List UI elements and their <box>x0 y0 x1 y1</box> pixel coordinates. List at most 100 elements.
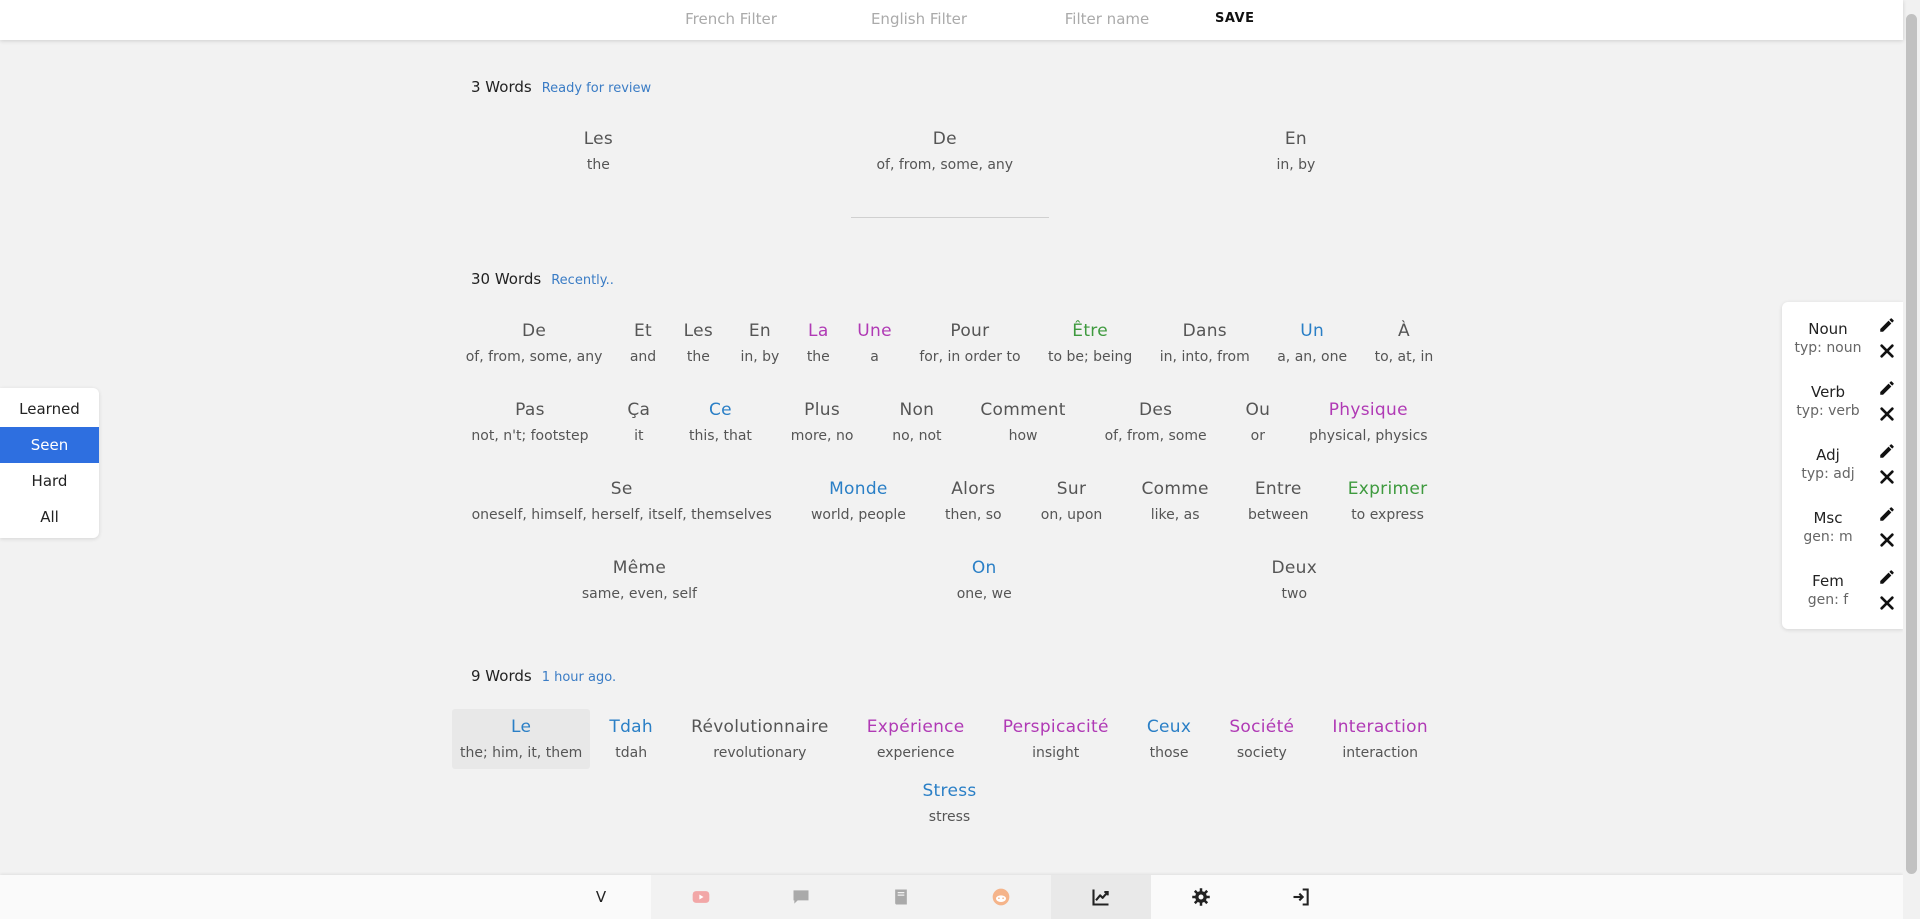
french-filter-input[interactable] <box>656 8 806 30</box>
word-card[interactable]: Plus more, no <box>771 392 872 452</box>
word-english: physical, physics <box>1309 428 1428 444</box>
word-card[interactable]: Alors then, so <box>925 471 1021 531</box>
word-card[interactable]: Société society <box>1210 709 1313 769</box>
nav-stats[interactable] <box>1051 875 1151 919</box>
section-subtitle[interactable]: 1 hour ago. <box>542 670 616 685</box>
word-card[interactable]: Un a, an, one <box>1263 313 1360 373</box>
word-card[interactable]: Même same, even, self <box>452 550 827 610</box>
english-filter-input[interactable] <box>844 8 994 30</box>
word-english: it <box>634 428 644 444</box>
word-english: of, from, some, any <box>876 157 1014 173</box>
section-count: 9 Words <box>471 667 532 685</box>
word-card[interactable]: Deux two <box>1142 550 1447 610</box>
filter-name-input[interactable] <box>1032 8 1182 30</box>
filter-option-learned[interactable]: Learned <box>0 391 99 427</box>
word-card[interactable]: De of, from, some, any <box>745 121 1145 181</box>
word-english: revolutionary <box>713 745 807 761</box>
word-card[interactable]: Interaction interaction <box>1313 709 1447 769</box>
close-icon[interactable] <box>1879 343 1895 359</box>
word-card[interactable]: Ce this, that <box>670 392 772 452</box>
word-french: Stress <box>922 781 977 801</box>
word-card[interactable]: Les the <box>670 313 727 373</box>
word-card[interactable]: Perspicacité insight <box>984 709 1128 769</box>
pencil-icon[interactable] <box>1878 316 1896 334</box>
section-subtitle[interactable]: Recently.. <box>551 273 614 288</box>
tag-verb[interactable]: Verb typ: verb <box>1782 371 1903 434</box>
word-card[interactable]: Non no, not <box>873 392 961 452</box>
nav-youtube[interactable] <box>651 875 751 919</box>
word-card[interactable]: Expérience experience <box>848 709 984 769</box>
word-card[interactable]: Ça it <box>608 392 670 452</box>
filter-option-all[interactable]: All <box>0 499 99 535</box>
word-card[interactable]: Et and <box>616 313 670 373</box>
word-card[interactable]: Monde world, people <box>791 471 925 531</box>
word-card[interactable]: Àto, at, in <box>1361 313 1447 373</box>
word-card[interactable]: Ou or <box>1226 392 1290 452</box>
word-card[interactable]: Stress stress <box>452 773 1447 833</box>
word-card[interactable]: Être to be; being <box>1034 313 1146 373</box>
word-card[interactable]: De of, from, some, any <box>452 313 616 373</box>
scrollbar[interactable] <box>1903 0 1920 919</box>
word-row: Se oneself, himself, herself, itself, the… <box>452 471 1447 531</box>
word-card[interactable]: Physique physical, physics <box>1290 392 1447 452</box>
word-card[interactable]: Pour for, in order to <box>906 313 1035 373</box>
word-english: to express <box>1351 507 1424 523</box>
nav-book[interactable] <box>851 875 951 919</box>
pencil-icon[interactable] <box>1878 505 1896 523</box>
close-icon[interactable] <box>1879 532 1895 548</box>
word-english: more, no <box>790 428 854 444</box>
word-english: insight <box>1032 745 1080 761</box>
word-english: in, by <box>1276 157 1316 173</box>
nav-reddit[interactable] <box>951 875 1051 919</box>
word-card[interactable]: Pas not, n't; footstep <box>452 392 608 452</box>
close-icon[interactable] <box>1879 595 1895 611</box>
word-card[interactable]: Révolutionnaire revolutionary <box>672 709 848 769</box>
nav-login[interactable] <box>1251 875 1351 919</box>
word-french: Plus <box>804 400 840 420</box>
close-icon[interactable] <box>1879 406 1895 422</box>
word-card[interactable]: Comme like, as <box>1122 471 1229 531</box>
word-english: the <box>806 349 830 365</box>
pencil-icon[interactable] <box>1878 568 1896 586</box>
word-card[interactable]: Des of, from, some <box>1085 392 1226 452</box>
word-english: those <box>1149 745 1189 761</box>
word-french: Être <box>1072 321 1108 341</box>
word-card[interactable]: On one, we <box>827 550 1142 610</box>
word-card[interactable]: Dans in, into, from <box>1146 313 1263 373</box>
word-card[interactable]: En in, by <box>727 313 793 373</box>
word-card[interactable]: Ceux those <box>1128 709 1211 769</box>
word-card[interactable]: Sur on, upon <box>1021 471 1122 531</box>
tag-fem[interactable]: Fem gen: f <box>1782 560 1903 623</box>
save-button[interactable]: SAVE <box>1215 11 1254 26</box>
word-card[interactable]: Se oneself, himself, herself, itself, the… <box>452 471 791 531</box>
word-card[interactable]: Tdah tdah <box>590 709 672 769</box>
word-card[interactable]: Comment how <box>961 392 1085 452</box>
filter-option-hard[interactable]: Hard <box>0 463 99 499</box>
word-french: Ça <box>627 400 651 420</box>
word-card[interactable]: Les the <box>452 121 745 181</box>
book-icon <box>895 889 907 905</box>
word-card[interactable]: La the <box>793 313 843 373</box>
tag-name: Msc <box>1813 509 1843 527</box>
pencil-icon[interactable] <box>1878 442 1896 460</box>
filter-option-seen[interactable]: Seen <box>0 427 99 463</box>
nav-settings[interactable] <box>1151 875 1251 919</box>
pencil-icon[interactable] <box>1878 379 1896 397</box>
word-card[interactable]: Une a <box>844 313 906 373</box>
tag-msc[interactable]: Msc gen: m <box>1782 497 1903 560</box>
sign-in-icon <box>1293 888 1309 906</box>
word-card[interactable]: Entre between <box>1228 471 1328 531</box>
tag-query: gen: f <box>1807 592 1849 608</box>
close-icon[interactable] <box>1879 469 1895 485</box>
word-card[interactable]: En in, by <box>1145 121 1447 181</box>
nav-vocabulary[interactable]: V <box>551 875 651 919</box>
section-subtitle[interactable]: Ready for review <box>542 81 652 96</box>
nav-chat[interactable] <box>751 875 851 919</box>
word-card[interactable]: Exprimer to express <box>1328 471 1447 531</box>
tag-adj[interactable]: Adj typ: adj <box>1782 434 1903 497</box>
tag-noun[interactable]: Noun typ: noun <box>1782 308 1903 371</box>
scrollbar-thumb[interactable] <box>1906 14 1917 874</box>
word-card[interactable]: Le the; him, it, them <box>451 709 591 769</box>
word-list: 3 Words Ready for review Les the De of, fro… <box>451 40 1447 833</box>
word-section-recent: 30 Words Recently.. De of, from, some, an… <box>452 270 1447 610</box>
